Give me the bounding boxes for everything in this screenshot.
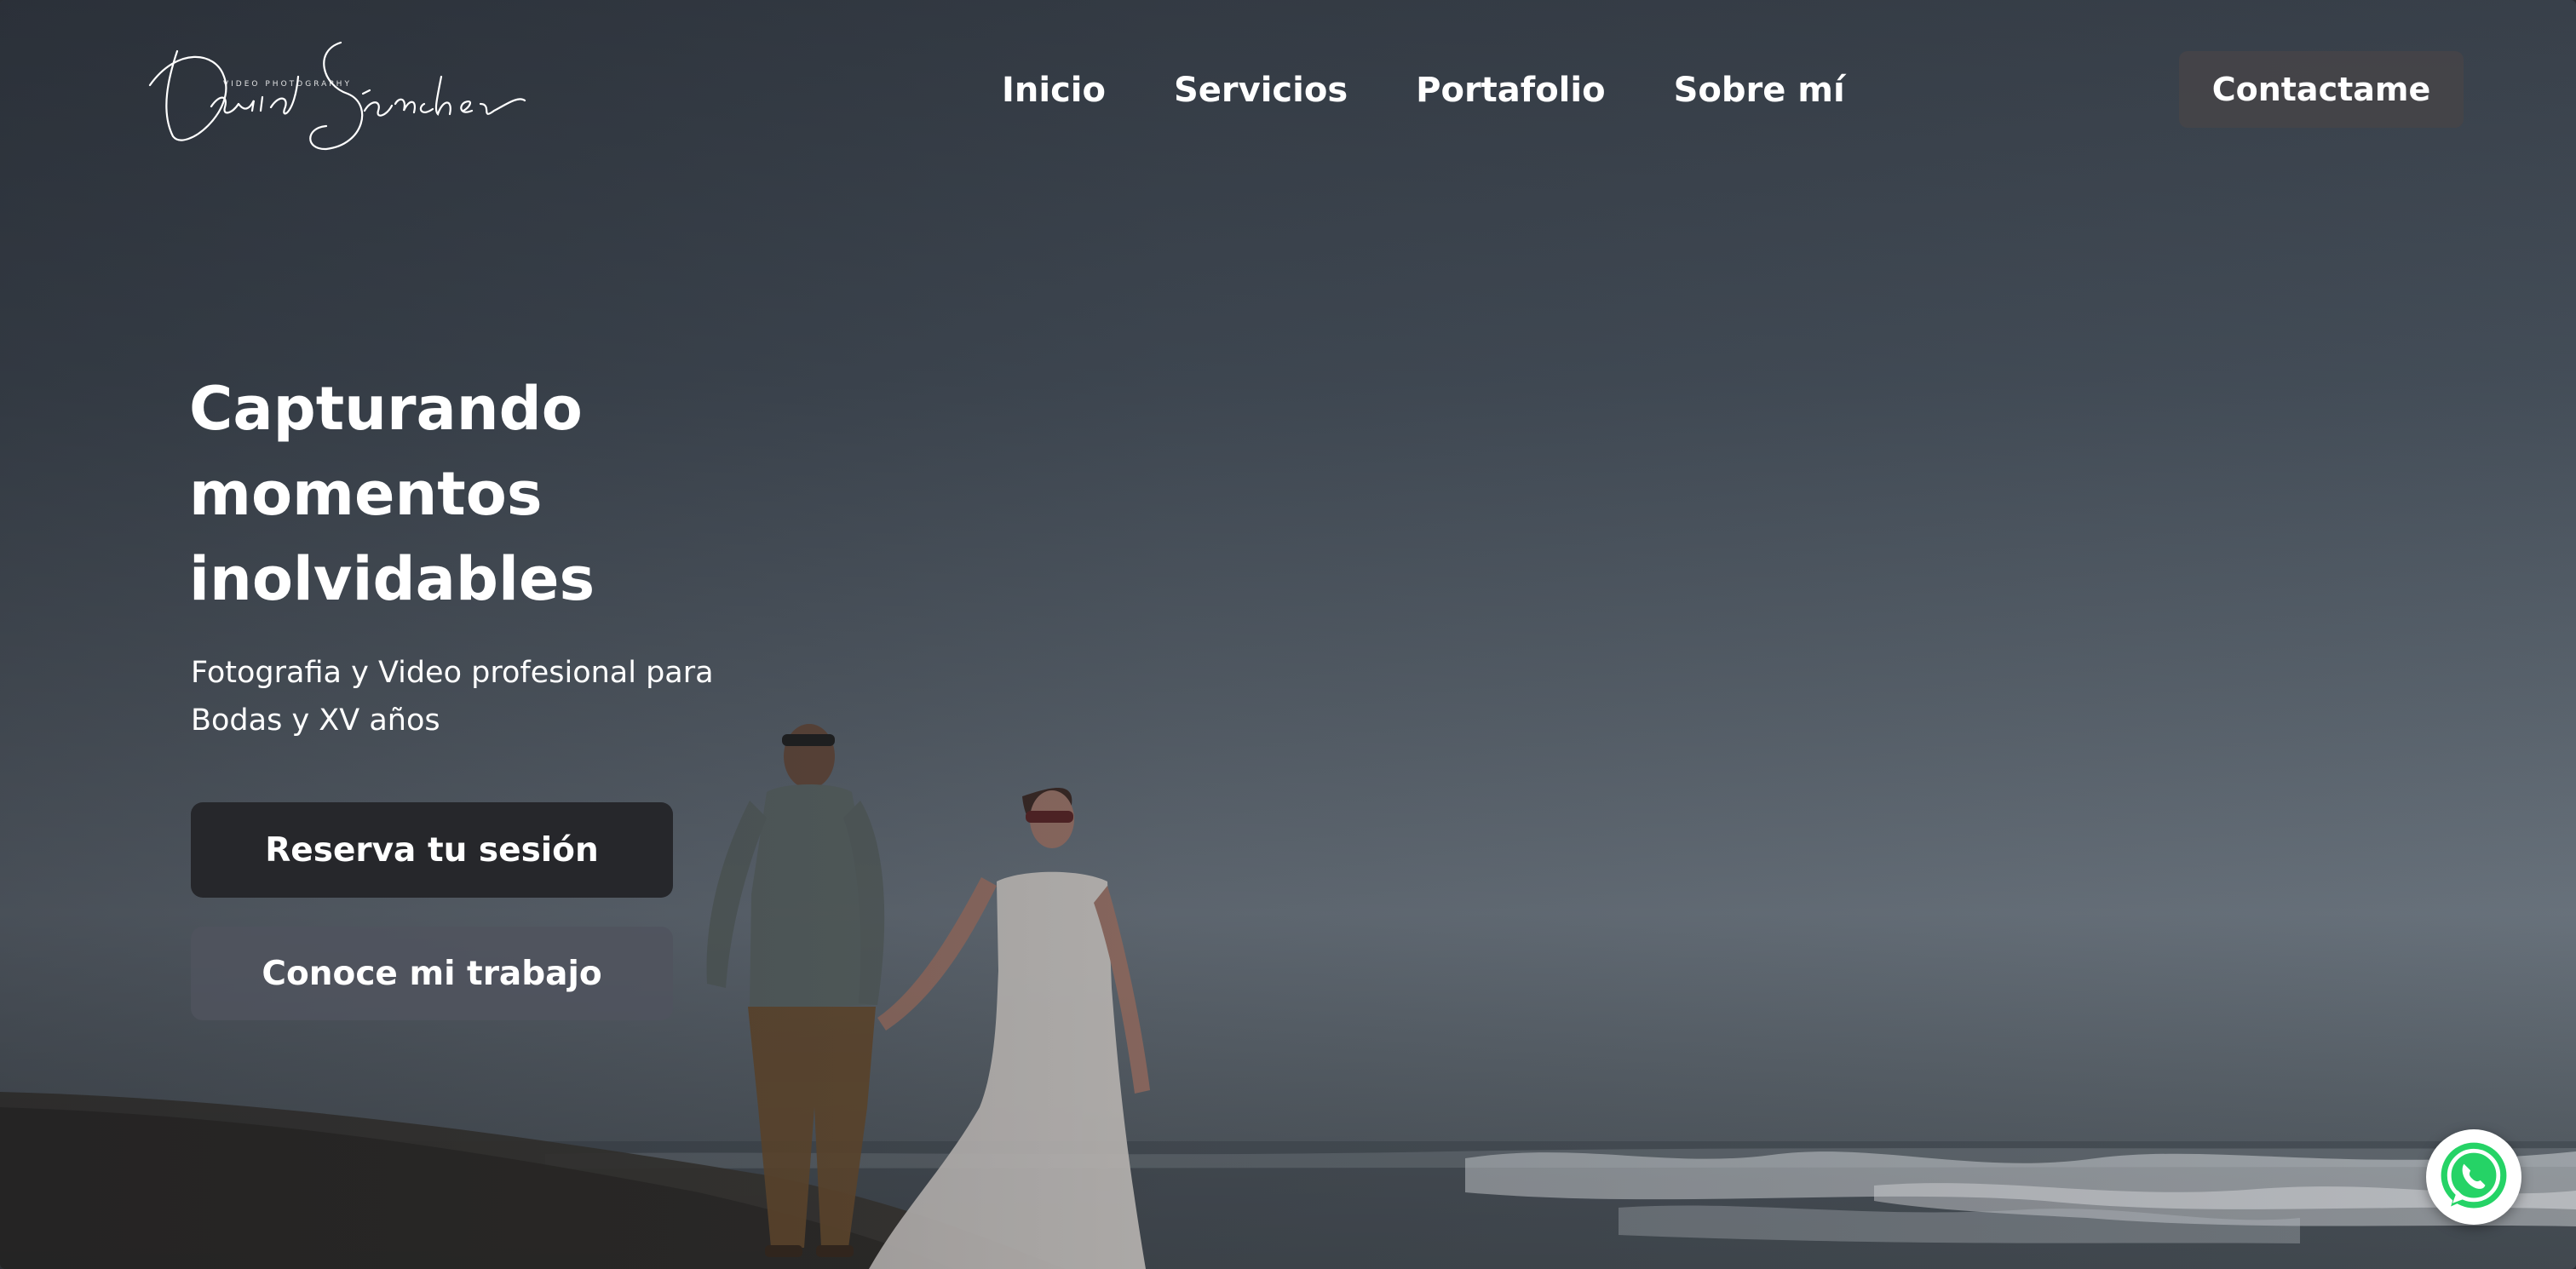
hero-title-line: momentos	[189, 459, 543, 529]
contact-button[interactable]: Contactame	[2179, 51, 2464, 128]
hero-subtitle-line: Fotografia y Video profesional para	[191, 656, 714, 690]
hero-title-line: Capturando	[189, 374, 583, 444]
main-nav: Inicio Servicios Portafolio Sobre mí	[1002, 66, 1913, 114]
nav-item-servicios[interactable]: Servicios	[1174, 66, 1348, 114]
hero-dark-overlay	[0, 0, 2576, 1269]
landing-page: VIDEO PHOTOGRAPHY Inicio Servicios Porta…	[0, 0, 2576, 1269]
nav-item-inicio[interactable]: Inicio	[1002, 66, 1106, 114]
book-session-button[interactable]: Reserva tu sesión	[191, 802, 673, 898]
logo-subtitle: VIDEO PHOTOGRAPHY	[223, 80, 352, 89]
nav-item-portafolio[interactable]: Portafolio	[1416, 66, 1605, 114]
hero-title-line: inolvidables	[189, 544, 595, 614]
signature-logo-icon	[148, 41, 526, 151]
whatsapp-icon	[2441, 1142, 2507, 1209]
site-header: VIDEO PHOTOGRAPHY Inicio Servicios Porta…	[0, 0, 2576, 179]
brand-logo[interactable]	[143, 26, 526, 153]
hero-title: Capturando momentos inolvidables	[189, 366, 871, 622]
whatsapp-button[interactable]	[2426, 1129, 2521, 1225]
hero-subtitle-line: Bodas y XV años	[191, 703, 440, 738]
hero-subtitle: Fotografia y Video profesional para Boda…	[191, 649, 787, 744]
nav-item-sobre-mi[interactable]: Sobre mí	[1674, 66, 1845, 114]
view-work-button[interactable]: Conoce mi trabajo	[191, 927, 673, 1020]
